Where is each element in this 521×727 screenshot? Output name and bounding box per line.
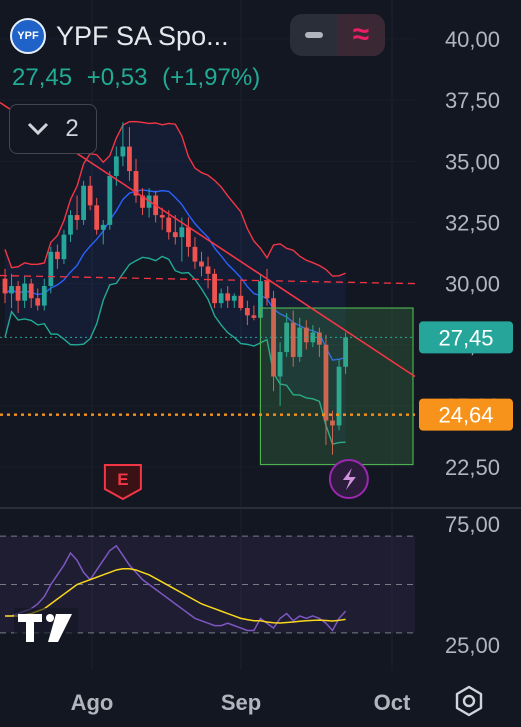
price-tick: 22,50 (445, 455, 500, 480)
candle-body-1 (9, 286, 14, 294)
candle-body-9 (61, 234, 67, 260)
rsi-pane (0, 535, 415, 646)
price-tick: 37,50 (445, 88, 500, 113)
price-tick: 35,00 (445, 149, 500, 174)
price-change-pct: (+1,97%) (162, 64, 261, 91)
wave-icon[interactable]: ≈ (337, 14, 385, 56)
symbol-header[interactable]: YPF YPF SA Spo... (10, 18, 229, 54)
time-tick: Oct (374, 690, 411, 715)
candle-body-18 (120, 146, 126, 157)
candle-body-19 (127, 146, 132, 172)
quote-line: 27,45 +0,53 (+1,97%) (12, 64, 268, 92)
watermark-bg (14, 608, 78, 646)
candle-body-3 (22, 283, 28, 301)
ypf-logo: YPF (10, 18, 46, 54)
minus-icon[interactable] (290, 14, 337, 56)
candle-body-14 (94, 205, 100, 230)
candle-body-12 (81, 185, 86, 220)
candle-body-8 (55, 251, 60, 260)
candle-body-0 (2, 278, 8, 294)
collapse-indicators-button[interactable]: 2 (9, 104, 97, 154)
last-price-tag-text: 27,45 (438, 325, 493, 350)
candle-body-26 (172, 232, 178, 238)
lightning-icon (328, 459, 369, 499)
watermark-dot (46, 614, 54, 622)
price-tick: 40,00 (445, 27, 500, 52)
candle-body-36 (238, 295, 244, 309)
candle-body-37 (244, 308, 250, 316)
earnings-marker: E (103, 464, 142, 501)
candle-body-13 (87, 185, 93, 206)
candle-body-32 (212, 273, 217, 304)
settings-icon[interactable] (452, 684, 486, 718)
candle-body-30 (199, 261, 204, 267)
candle-body-31 (205, 266, 211, 274)
rsi-tick: 75,00 (445, 512, 500, 537)
candle-body-15 (100, 224, 106, 230)
candle-12 (81, 180, 86, 225)
candle-body-40 (264, 281, 270, 299)
chevron-down-icon (28, 122, 49, 136)
candle-16 (107, 171, 113, 230)
rsi-tick: 25,00 (445, 633, 500, 658)
candle-body-5 (35, 298, 41, 306)
candle-body-16 (107, 175, 113, 225)
tradingview-logo (14, 608, 78, 646)
candle-body-35 (231, 295, 237, 301)
candle-9 (61, 229, 67, 265)
candle-body-25 (166, 217, 172, 233)
candle-body-4 (28, 283, 34, 299)
candle-body-38 (251, 315, 257, 318)
candle-body-34 (225, 293, 231, 301)
indicator-count: 2 (65, 115, 79, 142)
price-change: +0,53 (86, 64, 148, 91)
candle-body-2 (15, 286, 21, 301)
price-tick: 32,50 (445, 210, 500, 235)
candle-body-10 (68, 215, 73, 235)
candle-body-28 (186, 227, 191, 247)
candle-body-11 (74, 215, 80, 220)
time-tick: Ago (71, 690, 114, 715)
candle-body-7 (48, 251, 54, 287)
range-box (259, 307, 414, 466)
symbol-title[interactable]: YPF SA Spo... (56, 21, 229, 52)
candle-body-29 (192, 246, 198, 262)
chart-mode-toggle[interactable]: ≈ (290, 14, 385, 56)
time-tick: Sep (221, 690, 261, 715)
candle-body-33 (218, 293, 224, 304)
candle-body-17 (113, 156, 119, 176)
candle-body-24 (159, 215, 165, 218)
support-tag-text: 24,64 (438, 403, 493, 428)
candle-body-27 (179, 227, 185, 238)
candle-32 (212, 268, 217, 309)
last-price: 27,45 (12, 64, 73, 91)
candle-body-6 (41, 286, 47, 306)
price-tick: 30,00 (445, 272, 500, 297)
earnings-letter: E (117, 470, 128, 489)
